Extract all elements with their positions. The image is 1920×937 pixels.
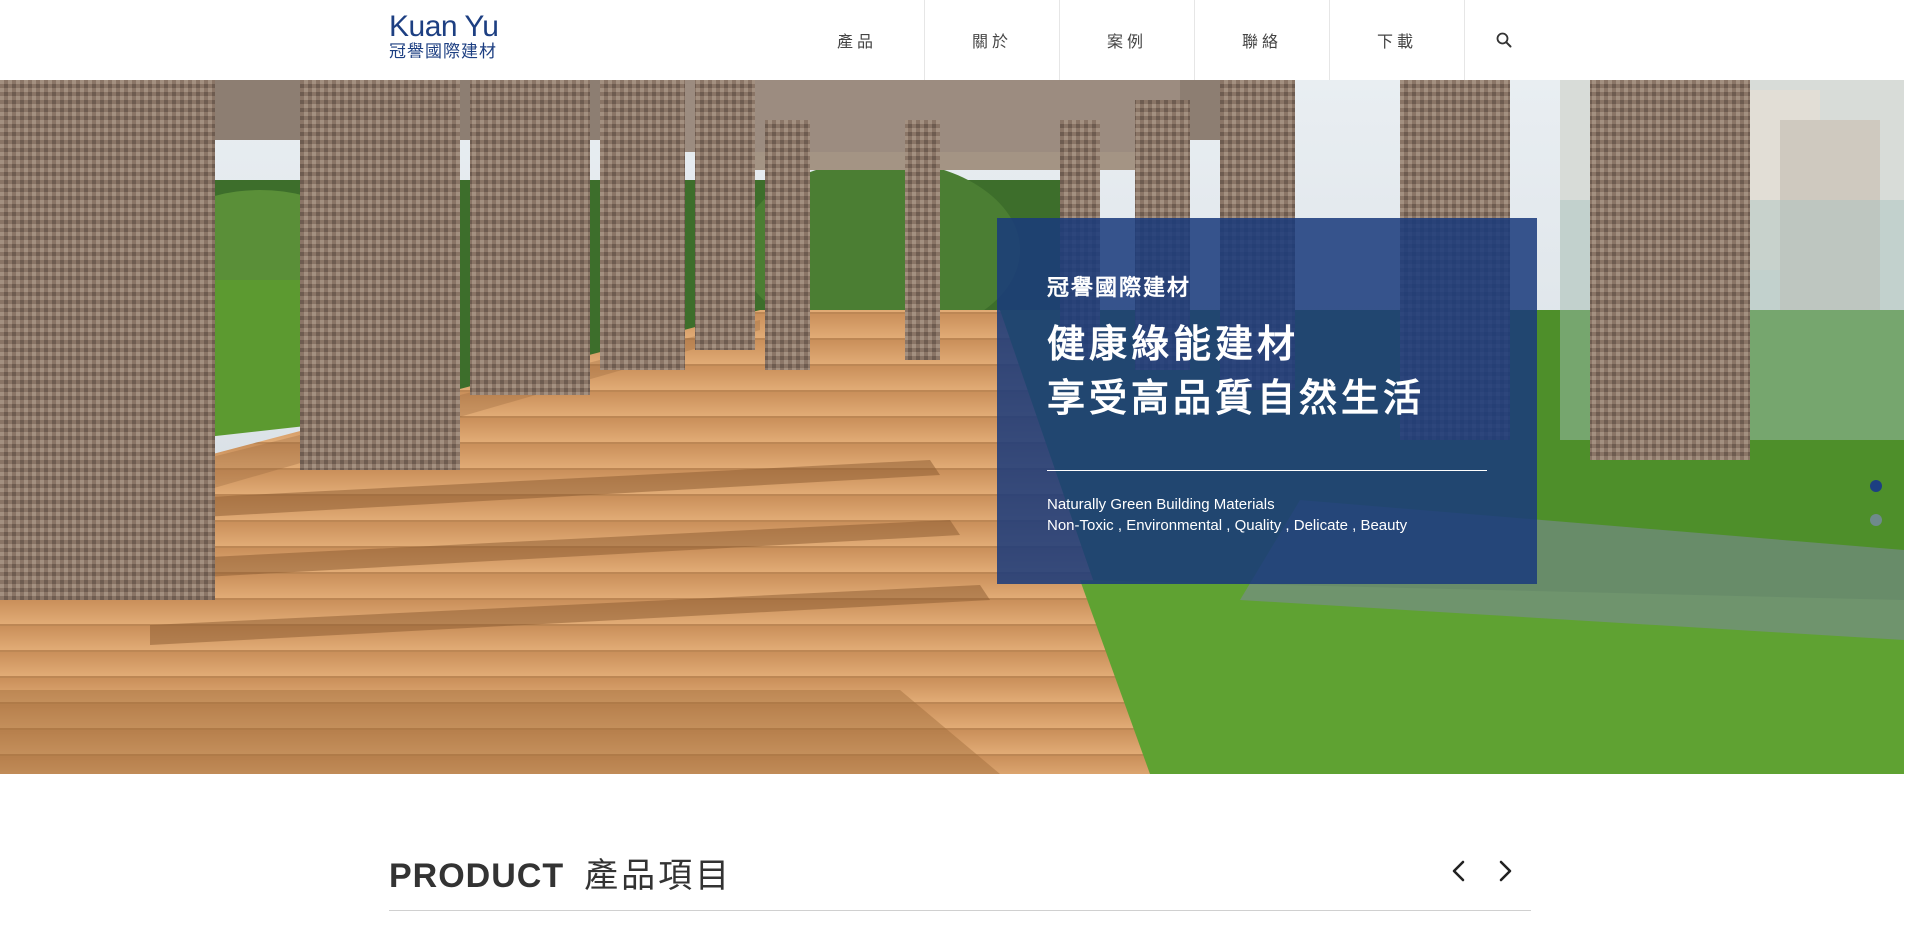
hero-kicker: 冠譽國際建材 [1047,275,1192,300]
search-button[interactable] [1465,0,1543,80]
nav-item-about[interactable]: 關於 [925,0,1060,80]
slider-dot-1[interactable] [1870,480,1882,492]
logo-text-en: Kuan Yu [389,10,499,43]
section-title-zh: 產品項目 [584,857,733,895]
section-title-en: PRODUCT [389,857,565,895]
nav-item-download[interactable]: 下載 [1330,0,1465,80]
logo[interactable]: Kuan Yu 冠譽國際建材 [389,10,499,62]
main-nav: 產品 關於 案例 聯絡 下載 [790,0,1543,80]
section-divider [389,910,1531,911]
hero-title: 健康綠能建材 享受高品質自然生活 [1047,318,1425,426]
hero-subtitle: Naturally Green Building Materials Non-T… [1047,494,1407,536]
slider-dots [1870,480,1882,548]
hero-subtitle-line-2: Non-Toxic , Environmental , Quality , De… [1047,517,1408,534]
nav-item-cases[interactable]: 案例 [1060,0,1195,80]
hero-banner: 冠譽國際建材 健康綠能建材 享受高品質自然生活 Naturally Green … [0,80,1904,774]
hero-subtitle-line-1: Naturally Green Building Materials [1047,496,1275,513]
chevron-right-icon [1499,860,1512,882]
nav-item-products[interactable]: 產品 [790,0,925,80]
next-button[interactable] [1491,856,1521,886]
slider-dot-2[interactable] [1870,514,1882,526]
logo-text-zh: 冠譽國際建材 [389,42,497,61]
hero-divider [1047,470,1487,471]
nav-item-contact[interactable]: 聯絡 [1195,0,1330,80]
prev-button[interactable] [1443,856,1473,886]
hero-title-line-1: 健康綠能建材 [1047,324,1300,366]
search-icon [1496,32,1512,48]
hero-image [0,80,1904,774]
chevron-left-icon [1452,860,1465,882]
hero-title-line-2: 享受高品質自然生活 [1047,378,1426,420]
section-title: PRODUCT 產品項目 [389,848,732,897]
site-header: Kuan Yu 冠譽國際建材 產品 關於 案例 聯絡 下載 [0,0,1920,80]
hero-caption-panel: 冠譽國際建材 健康綠能建材 享受高品質自然生活 Naturally Green … [997,218,1537,584]
